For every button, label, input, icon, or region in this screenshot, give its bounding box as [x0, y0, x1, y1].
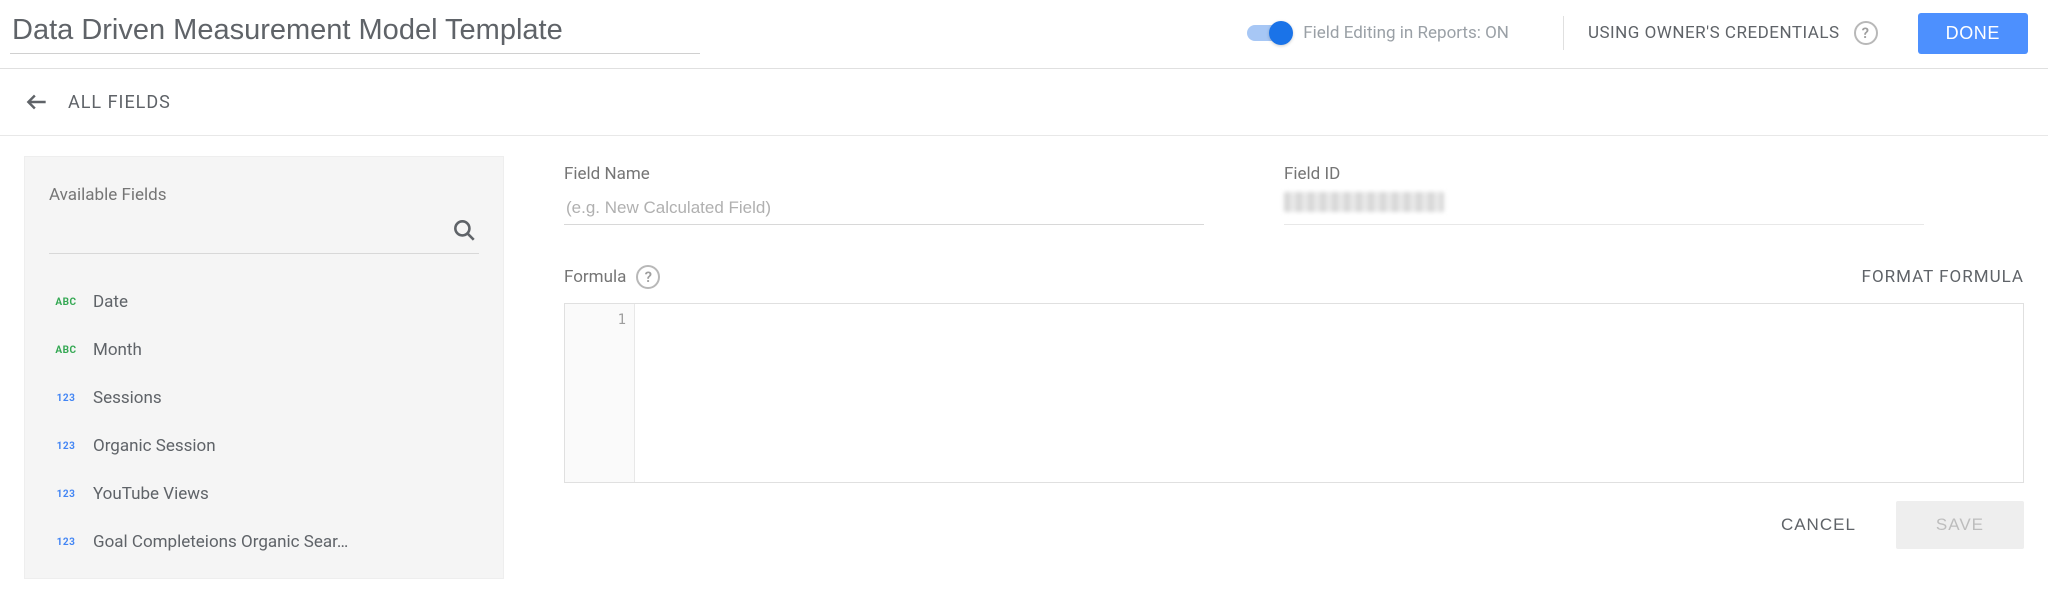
credentials-label: USING OWNER'S CREDENTIALS [1588, 23, 1840, 43]
help-icon[interactable]: ? [1854, 21, 1878, 45]
field-label: Date [93, 292, 128, 312]
field-id-label: Field ID [1284, 164, 1924, 184]
field-list: ABC Date ABC Month 123 Sessions 123 Orga… [49, 278, 479, 566]
line-gutter: 1 [565, 304, 635, 482]
type-123-icon: 123 [53, 537, 79, 548]
formula-textarea[interactable] [635, 304, 2023, 482]
formula-label-wrap: Formula ? [564, 265, 660, 289]
field-label: Sessions [93, 388, 162, 408]
name-id-row: Field Name Field ID [564, 164, 2024, 225]
calculated-field-editor: Field Name Field ID Formula ? FORMAT FOR… [564, 156, 2024, 549]
field-label: YouTube Views [93, 484, 209, 504]
type-123-icon: 123 [53, 489, 79, 500]
type-123-icon: 123 [53, 393, 79, 404]
save-button[interactable]: SAVE [1896, 501, 2024, 549]
editor-action-row: CANCEL SAVE [564, 501, 2024, 549]
all-fields-label: ALL FIELDS [68, 92, 171, 113]
search-icon[interactable] [451, 217, 477, 247]
data-source-title-input[interactable] [10, 12, 700, 54]
header-bar: Field Editing in Reports: ON USING OWNER… [0, 0, 2048, 69]
available-fields-panel: Available Fields ABC Date ABC Month 123 … [24, 156, 504, 579]
type-abc-icon: ABC [53, 345, 79, 356]
available-fields-title: Available Fields [49, 185, 479, 205]
formula-header-row: Formula ? FORMAT FORMULA [564, 265, 2024, 289]
field-name-label: Field Name [564, 164, 1204, 184]
field-editing-toggle-wrap: Field Editing in Reports: ON [1247, 23, 1509, 43]
field-label: Organic Session [93, 436, 216, 456]
done-button[interactable]: DONE [1918, 13, 2028, 54]
gutter-line-number: 1 [565, 312, 626, 328]
field-name-input[interactable] [564, 192, 1204, 225]
field-name-column: Field Name [564, 164, 1204, 225]
format-formula-button[interactable]: FORMAT FORMULA [1862, 267, 2024, 287]
toggle-knob [1269, 21, 1293, 45]
credentials-label-wrap[interactable]: USING OWNER'S CREDENTIALS ? [1588, 21, 1878, 45]
type-123-icon: 123 [53, 441, 79, 452]
content-area: Available Fields ABC Date ABC Month 123 … [0, 136, 2048, 579]
all-fields-subheader[interactable]: ALL FIELDS [0, 69, 2048, 136]
help-icon[interactable]: ? [636, 265, 660, 289]
cancel-button[interactable]: CANCEL [1781, 515, 1856, 535]
list-item[interactable]: 123 YouTube Views [49, 470, 479, 518]
list-item[interactable]: 123 Goal Completeions Organic Sear… [49, 518, 479, 566]
list-item[interactable]: ABC Date [49, 278, 479, 326]
field-editing-toggle-label: Field Editing in Reports: ON [1303, 23, 1509, 43]
field-editing-toggle[interactable] [1247, 25, 1291, 41]
formula-editor: 1 [564, 303, 2024, 483]
list-item[interactable]: 123 Organic Session [49, 422, 479, 470]
field-id-column: Field ID [1284, 164, 1924, 225]
list-item[interactable]: ABC Month [49, 326, 479, 374]
divider [1563, 16, 1564, 50]
back-arrow-icon[interactable] [24, 89, 50, 115]
field-id-value-redacted [1284, 192, 1444, 212]
field-search-row [49, 213, 479, 254]
field-label: Goal Completeions Organic Sear… [93, 532, 348, 552]
formula-label: Formula [564, 267, 626, 287]
field-label: Month [93, 340, 142, 360]
list-item[interactable]: 123 Sessions [49, 374, 479, 422]
type-abc-icon: ABC [53, 297, 79, 308]
field-search-input[interactable] [51, 220, 451, 245]
